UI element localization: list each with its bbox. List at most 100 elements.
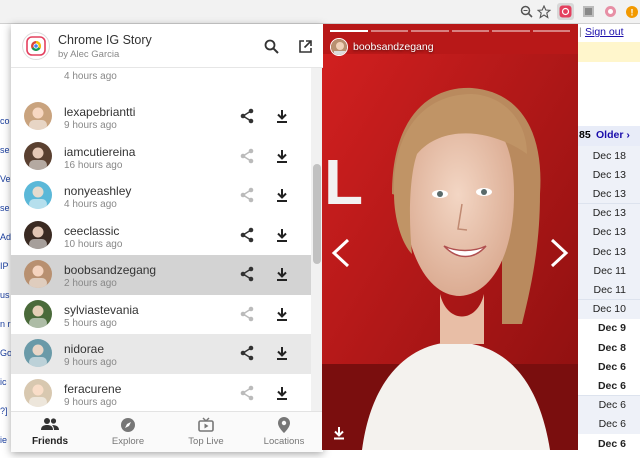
- story-time: 10 hours ago: [64, 238, 123, 250]
- email-date[interactable]: Dec 6: [578, 434, 640, 454]
- email-date[interactable]: Dec 11: [578, 261, 640, 282]
- story-time: 9 hours ago: [64, 120, 117, 131]
- email-date[interactable]: Dec 9: [578, 318, 640, 339]
- email-date[interactable]: Dec 18: [578, 146, 640, 166]
- friend-username: iamcutiereina: [64, 144, 136, 159]
- list-item[interactable]: ceeclassic 10 hours ago: [11, 216, 311, 256]
- friend-username: sylviastevania: [64, 302, 139, 317]
- browser-toolbar: !: [0, 0, 640, 24]
- email-date[interactable]: Dec 13: [578, 165, 640, 186]
- list-item[interactable]: nonyeashley 4 hours ago: [11, 176, 311, 216]
- story-viewer[interactable]: L boobsandzegang: [322, 24, 578, 450]
- email-date[interactable]: Dec 6: [578, 376, 640, 397]
- open-new-tab-icon[interactable]: [296, 37, 314, 55]
- story-time: 4 hours ago: [64, 71, 117, 82]
- tab-explore[interactable]: Explore: [89, 412, 167, 452]
- avatar[interactable]: [24, 339, 52, 367]
- nav-label: Top Live: [188, 436, 224, 447]
- story-time: 4 hours ago: [64, 199, 117, 210]
- share-icon[interactable]: [239, 385, 255, 401]
- story-time: 5 hours ago: [64, 317, 117, 329]
- list-item[interactable]: sylviastevania 5 hours ago: [11, 295, 311, 335]
- email-date[interactable]: Dec 13: [578, 184, 640, 205]
- avatar[interactable]: [24, 299, 52, 328]
- story-progress-segment: [411, 30, 449, 32]
- zoom-icon[interactable]: [518, 3, 535, 20]
- email-date[interactable]: Dec 6: [578, 414, 640, 435]
- next-story-arrow-icon[interactable]: [548, 238, 570, 268]
- download-icon[interactable]: [274, 345, 290, 361]
- download-icon[interactable]: [274, 385, 290, 401]
- story-progress-segment: [532, 30, 570, 32]
- chrome-ig-story-popup: Chrome IG Story by Alec Garcia 4 hours a…: [11, 24, 323, 452]
- list-item[interactable]: feracurene 9 hours ago: [11, 374, 311, 412]
- email-date[interactable]: Dec 6: [578, 453, 640, 458]
- friend-username: lexapebriantti: [64, 105, 136, 119]
- nav-label: Locations: [263, 436, 305, 447]
- friend-username: nidorae: [64, 342, 105, 356]
- story-progress-segment: [330, 30, 368, 32]
- list-item[interactable]: iamcutiereina 16 hours ago: [11, 137, 311, 177]
- story-progress-segment: [451, 30, 489, 32]
- friends-story-list[interactable]: 4 hours ago lexapebriantti 9 hours ago iam…: [11, 68, 311, 411]
- star-icon[interactable]: [535, 3, 552, 20]
- tab-top-live[interactable]: Top Live: [167, 412, 245, 452]
- nav-label: Friends: [31, 436, 69, 447]
- story-time: 9 hours ago: [64, 357, 117, 368]
- friend-username: nonyeashley: [64, 184, 132, 198]
- download-icon[interactable]: [274, 187, 290, 203]
- list-item[interactable]: lexapebriantti 9 hours ago: [11, 97, 311, 137]
- email-date[interactable]: Dec 13: [578, 242, 640, 262]
- previous-story-arrow-icon[interactable]: [330, 238, 352, 268]
- list-item[interactable]: nidorae 9 hours ago: [11, 334, 311, 374]
- download-icon[interactable]: [274, 148, 290, 164]
- email-dates-column: Dec 18 Dec 13 Dec 13 Dec 13 Dec 13 Dec 13 Dec …: [578, 24, 640, 458]
- list-item[interactable]: 4 hours ago: [11, 68, 311, 86]
- app-title: Chrome IG Story: [58, 33, 152, 47]
- list-item[interactable]: boobsandzegang 2 hours ago: [11, 255, 311, 295]
- story-username[interactable]: boobsandzegang: [353, 41, 434, 53]
- avatar[interactable]: [24, 220, 52, 249]
- email-date[interactable]: Dec 13: [578, 222, 640, 243]
- tab-friends[interactable]: Friends: [11, 412, 89, 452]
- email-date[interactable]: Dec 6: [578, 357, 640, 378]
- alert-icon[interactable]: !: [623, 3, 640, 20]
- share-icon[interactable]: [239, 108, 255, 124]
- people-icon: [41, 417, 59, 433]
- email-date[interactable]: Dec 8: [578, 338, 640, 358]
- share-icon[interactable]: [239, 148, 255, 164]
- download-icon[interactable]: [274, 108, 290, 124]
- scrollbar-thumb[interactable]: [313, 164, 321, 264]
- share-icon[interactable]: [239, 187, 255, 203]
- location-pin-icon: [275, 417, 293, 433]
- download-icon[interactable]: [274, 266, 290, 282]
- share-icon[interactable]: [239, 345, 255, 361]
- download-icon[interactable]: [274, 306, 290, 322]
- download-icon[interactable]: [274, 227, 290, 243]
- avatar[interactable]: [24, 260, 52, 288]
- story-user-avatar[interactable]: [330, 38, 348, 56]
- avatar[interactable]: [24, 378, 52, 407]
- search-icon[interactable]: [262, 37, 280, 55]
- extension-icon[interactable]: [602, 3, 619, 20]
- share-icon[interactable]: [239, 306, 255, 322]
- tab-locations[interactable]: Locations: [245, 412, 323, 452]
- email-date[interactable]: Dec 6: [578, 395, 640, 416]
- share-icon[interactable]: [239, 266, 255, 282]
- email-date[interactable]: Dec 10: [578, 299, 640, 320]
- avatar[interactable]: [24, 181, 52, 209]
- friend-username: boobsandzegang: [64, 263, 157, 277]
- avatar[interactable]: [24, 141, 52, 170]
- email-date[interactable]: Dec 11: [578, 280, 640, 301]
- share-icon[interactable]: [239, 227, 255, 243]
- chrome-ig-story-extension-icon[interactable]: [557, 3, 574, 20]
- download-story-icon[interactable]: [332, 426, 348, 442]
- extension-icon[interactable]: [580, 3, 597, 20]
- story-time: 16 hours ago: [64, 159, 123, 171]
- bottom-navigation: Friends Explore Top Live Locations: [11, 411, 323, 452]
- popup-header: Chrome IG Story by Alec Garcia: [11, 24, 323, 68]
- email-date[interactable]: Dec 13: [578, 203, 640, 224]
- friend-username: ceeclassic: [64, 223, 120, 238]
- avatar[interactable]: [24, 102, 52, 130]
- story-time: 9 hours ago: [64, 396, 117, 408]
